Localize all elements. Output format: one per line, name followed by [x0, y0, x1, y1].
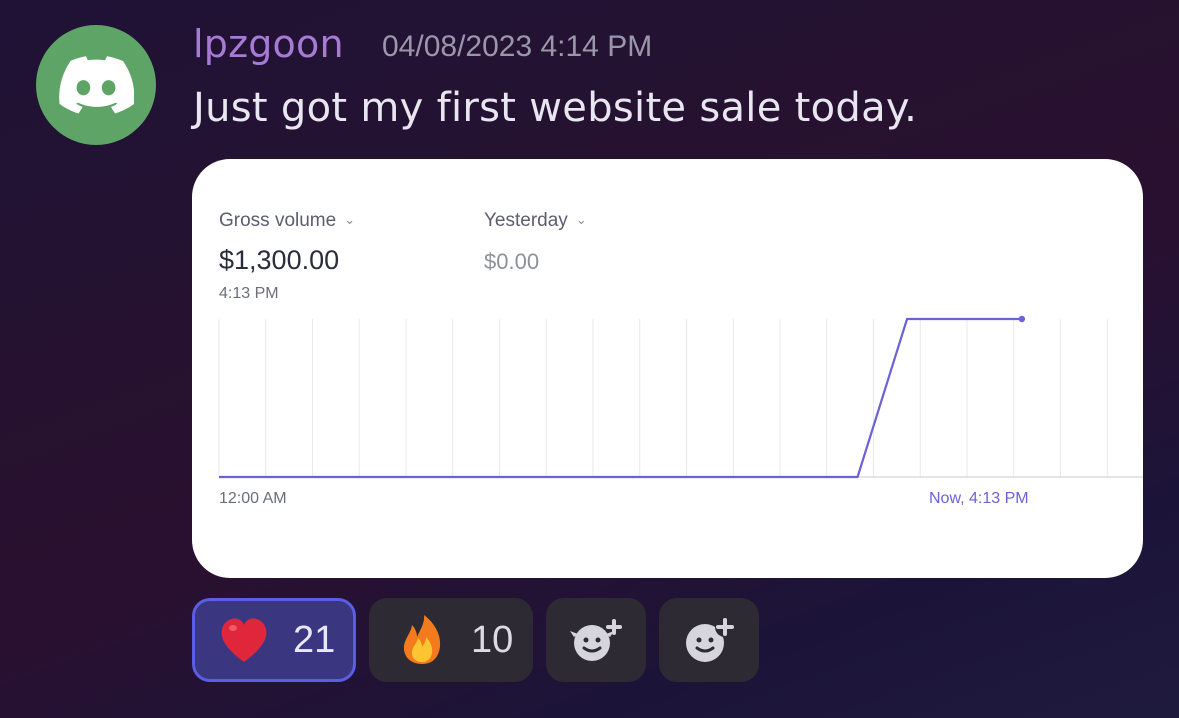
gross-volume-series-line	[219, 317, 1022, 479]
current-value-point	[1018, 315, 1026, 323]
reaction-heart[interactable]: 21	[192, 598, 356, 682]
avatar[interactable]	[36, 25, 156, 145]
username[interactable]: lpzgoon	[193, 22, 344, 66]
heart-emoji-icon	[221, 618, 267, 662]
add-super-reaction-button[interactable]	[546, 598, 646, 682]
reactions-bar: 21 10	[192, 598, 759, 682]
message-text: Just got my first website sale today.	[193, 85, 918, 131]
reaction-fire[interactable]: 10	[369, 598, 533, 682]
image-embed[interactable]: Gross volume ⌄ Yesterday ⌄ $1,300.00 $0.00…	[192, 159, 1143, 578]
add-reaction-button[interactable]	[659, 598, 759, 682]
add-reaction-icon	[686, 617, 735, 662]
x-axis-end-label: Now, 4:13 PM	[929, 490, 1029, 507]
x-axis-start-label: 12:00 AM	[219, 490, 287, 507]
discord-logo-icon	[59, 56, 134, 114]
add-super-reaction-icon	[570, 619, 622, 661]
gross-volume-chart	[218, 315, 1143, 479]
message-timestamp: 04/08/2023 4:14 PM	[382, 30, 653, 63]
fire-emoji-icon	[403, 615, 441, 664]
reaction-count: 21	[293, 618, 336, 661]
reaction-count: 10	[471, 618, 514, 661]
